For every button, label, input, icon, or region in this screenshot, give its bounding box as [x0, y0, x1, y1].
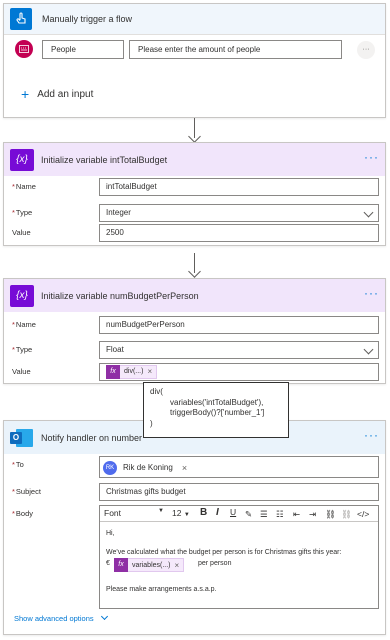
trigger-input-label-field[interactable]: People	[42, 40, 124, 59]
expression-token-label: div(...)	[124, 368, 144, 375]
editor-toolbar: Font ▼ 12 ▼ B I U ✎ ☰ ☷ ⇤ ⇥ ⛓ ⛓ </>	[100, 506, 378, 522]
expression-token-label: variables(...)	[132, 561, 171, 569]
trigger-card-header[interactable]: Manually trigger a flow	[4, 4, 385, 35]
type-label: *Type	[12, 208, 33, 217]
type-selected-value: Integer	[106, 208, 131, 217]
type-label: *Type	[12, 345, 33, 354]
tooltip-line: )	[150, 418, 153, 428]
body-line: Hi,	[106, 530, 115, 537]
expression-token[interactable]: fx div(...) ×	[106, 364, 158, 380]
more-options-button[interactable]: ···	[364, 429, 379, 441]
value-field[interactable]: 2500	[99, 224, 379, 242]
notify-card: O Notify handler on number ··· *To RK Ri…	[3, 420, 386, 635]
hand-tap-icon	[10, 8, 32, 30]
unlink-icon[interactable]: ⛓	[341, 509, 352, 520]
more-options-button[interactable]: ···	[364, 151, 379, 163]
trigger-card: Manually trigger a flow People Please en…	[3, 3, 386, 118]
indent-icon[interactable]: ⇤	[293, 509, 300, 520]
tooltip-line: variables('intTotalBudget'),	[170, 397, 264, 407]
italic-icon[interactable]: I	[216, 507, 219, 518]
value-field[interactable]: fx div(...) ×	[99, 363, 379, 381]
more-options-button[interactable]: ···	[364, 287, 379, 299]
fx-icon: fx	[114, 557, 128, 572]
type-select[interactable]: Float	[99, 341, 379, 359]
type-select[interactable]: Integer	[99, 204, 379, 222]
remove-recipient-icon[interactable]: ×	[182, 460, 187, 476]
outdent-icon[interactable]: ⇥	[309, 509, 316, 520]
add-icon: +	[21, 86, 30, 102]
to-label: *To	[12, 460, 24, 469]
body-label: *Body	[12, 509, 34, 518]
init-variable-card: {x} Initialize variable intTotalBudget ·…	[3, 142, 386, 246]
avatar: RK	[103, 461, 117, 475]
remove-token-icon[interactable]: ×	[147, 364, 152, 380]
recipient-chip[interactable]: RK Rik de Koning ×	[103, 460, 187, 476]
variable-icon: {x}	[10, 284, 34, 307]
chevron-down-icon	[100, 612, 108, 621]
link-icon[interactable]: ⛓	[325, 509, 336, 520]
highlight-icon[interactable]: ✎	[245, 509, 252, 520]
subject-label: *Subject	[12, 487, 41, 496]
notify-title: Notify handler on number	[41, 432, 143, 443]
init-variable-card: {x} Initialize variable numBudgetPerPers…	[3, 278, 386, 384]
type-selected-value: Float	[106, 345, 124, 354]
expression-token[interactable]: fx variables(...) ×	[114, 557, 185, 572]
subject-field[interactable]: Christmas gifts budget	[99, 483, 379, 501]
bold-icon[interactable]: B	[200, 507, 207, 518]
trigger-title: Manually trigger a flow	[42, 14, 133, 24]
bullet-list-icon[interactable]: ☰	[260, 509, 268, 520]
init-variable-header[interactable]: {x} Initialize variable numBudgetPerPers…	[4, 279, 385, 312]
value-label: Value	[12, 228, 31, 237]
init-variable-title: Initialize variable intTotalBudget	[41, 154, 168, 165]
underline-icon[interactable]: U	[230, 507, 236, 517]
per-person-text: per person	[198, 560, 232, 567]
code-view-icon[interactable]: </>	[357, 509, 369, 519]
font-size-select[interactable]: 12 ▼	[172, 508, 190, 518]
body-editor[interactable]: Font ▼ 12 ▼ B I U ✎ ☰ ☷ ⇤ ⇥ ⛓ ⛓ </> Hi,	[99, 505, 379, 609]
numbered-list-icon[interactable]: ☷	[276, 509, 284, 520]
body-line: Please make arrangements a.s.a.p.	[106, 586, 217, 593]
init-variable-title: Initialize variable numBudgetPerPerson	[41, 290, 199, 301]
font-select[interactable]: Font ▼	[104, 508, 164, 519]
value-label: Value	[12, 367, 31, 376]
flow-arrow	[188, 118, 201, 143]
show-advanced-options-link[interactable]: Show advanced options	[14, 612, 108, 623]
tooltip-line: div(	[150, 387, 163, 396]
body-line: We've calculated what the budget per per…	[106, 549, 342, 556]
add-input-label: Add an input	[37, 88, 94, 100]
fx-icon: fx	[106, 364, 120, 379]
remove-token-icon[interactable]: ×	[175, 561, 180, 570]
chevron-down-icon	[363, 344, 374, 355]
recipient-name: Rik de Koning	[123, 463, 173, 472]
flow-arrow	[188, 253, 201, 278]
expression-tooltip: div( variables('intTotalBudget'), trigge…	[143, 382, 289, 438]
add-input-button[interactable]: + Add an input	[21, 86, 93, 102]
trigger-input-icon	[15, 40, 33, 58]
to-field[interactable]: RK Rik de Koning ×	[99, 456, 379, 478]
name-field[interactable]: intTotalBudget	[99, 178, 379, 196]
chevron-down-icon: ▼	[183, 512, 190, 518]
init-variable-header[interactable]: {x} Initialize variable intTotalBudget ·…	[4, 143, 385, 176]
chevron-down-icon: ▼	[158, 508, 164, 514]
variable-icon: {x}	[10, 148, 34, 171]
tooltip-line: triggerBody()?['number_1']	[170, 408, 265, 417]
trigger-input-placeholder-field[interactable]: Please enter the amount of people	[129, 40, 342, 59]
trigger-input-menu-button[interactable]: ···	[357, 41, 375, 59]
currency-symbol: €	[106, 560, 110, 567]
name-label: *Name	[12, 320, 36, 329]
outlook-icon: O	[10, 427, 34, 449]
name-label: *Name	[12, 182, 36, 191]
name-field[interactable]: numBudgetPerPerson	[99, 316, 379, 334]
chevron-down-icon	[363, 207, 374, 218]
